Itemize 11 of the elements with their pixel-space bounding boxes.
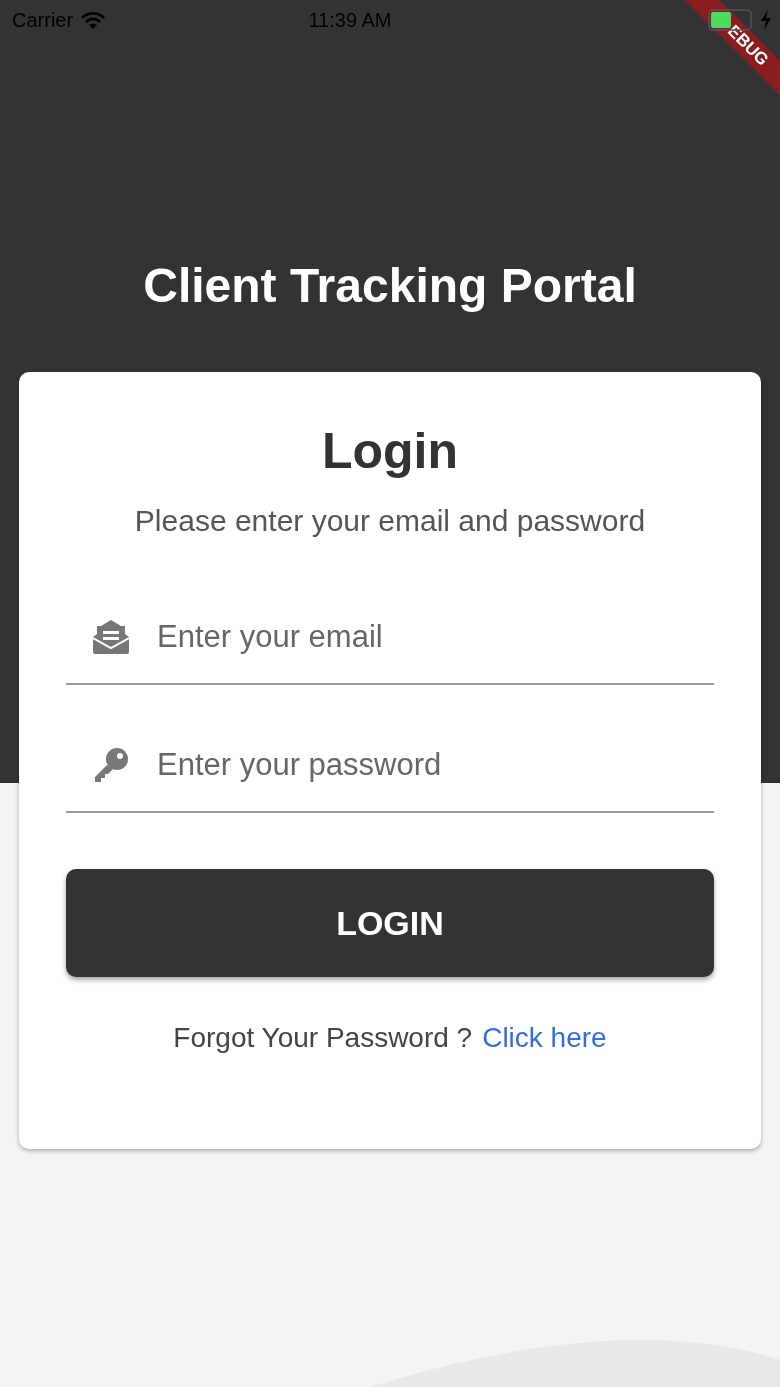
envelope-icon	[93, 620, 129, 654]
click-here-link[interactable]: Click here	[482, 1017, 607, 1059]
login-button[interactable]: LOGIN	[66, 869, 714, 977]
password-field[interactable]: Enter your password	[157, 741, 714, 789]
forgot-password-text: Forgot Your Password ?	[173, 1021, 473, 1055]
login-subtitle: Please enter your email and password	[134, 503, 646, 539]
email-field[interactable]: Enter your email	[157, 613, 714, 661]
header-title: Client Tracking Portal	[143, 258, 637, 314]
login-title: Login	[321, 422, 459, 481]
wifi-icon	[81, 11, 106, 29]
key-icon	[93, 747, 129, 783]
